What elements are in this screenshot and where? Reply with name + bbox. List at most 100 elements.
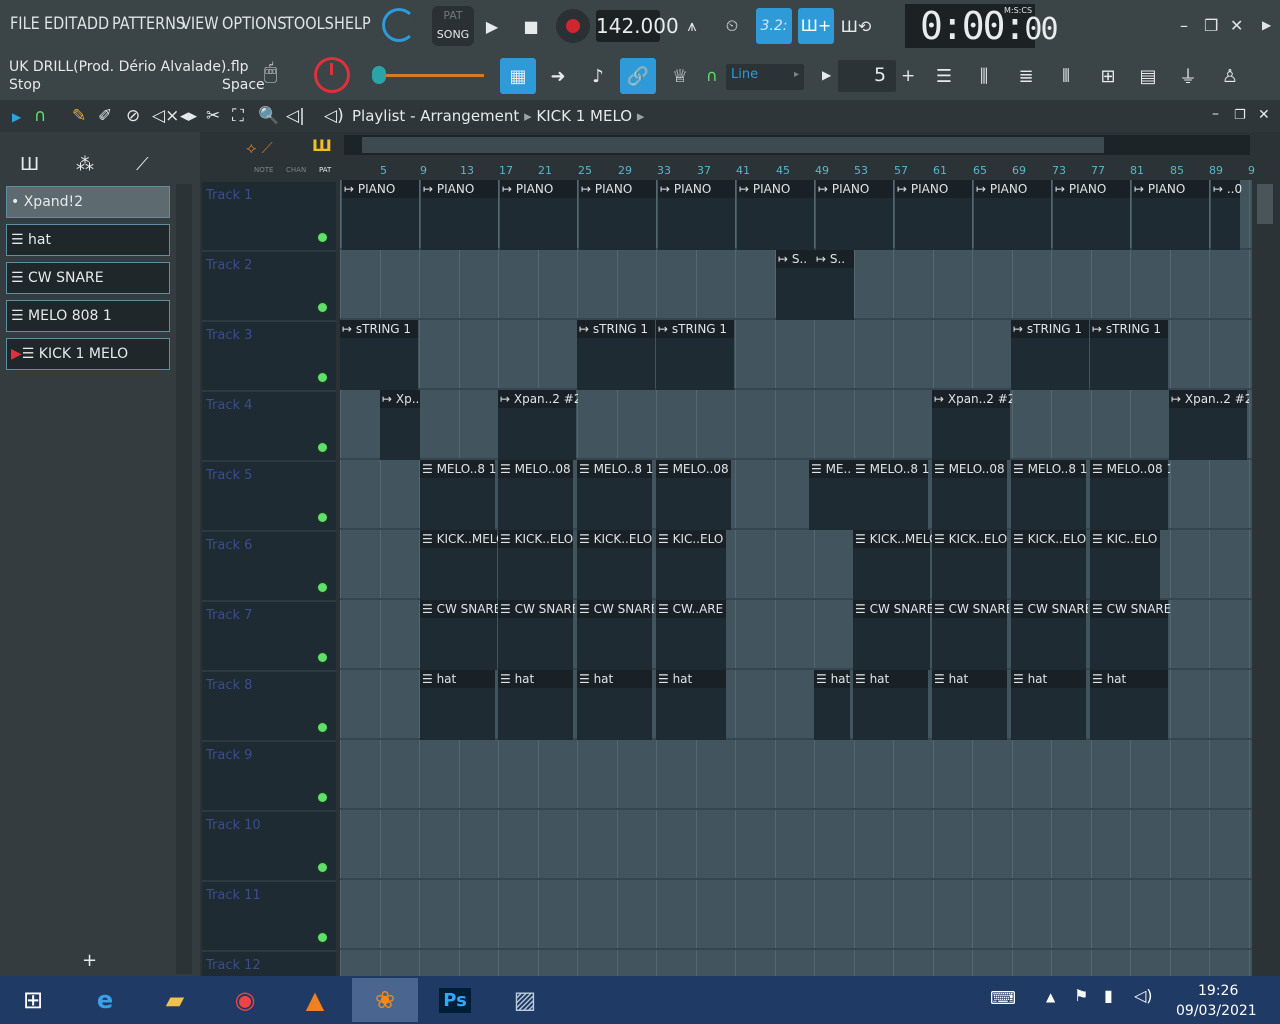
track-header[interactable]: Track 3 <box>202 322 336 392</box>
arrangement-grid[interactable]: ↦ PIANO ↦ PIANO ↦ PIANO ↦ PIANO ↦ PIANO ↦ PIA… <box>340 180 1252 976</box>
hat-clip[interactable]: ☰ hat <box>656 670 726 740</box>
string-clip[interactable]: ↦ sTRING 1 <box>656 320 734 390</box>
kick-clip[interactable]: ☰ KICK..ELO <box>932 530 1007 600</box>
piano-clip[interactable]: ↦ PIANO <box>342 180 419 250</box>
time-display[interactable]: 0:00:00 <box>920 4 1059 48</box>
pattern-item[interactable]: ▶☰ KICK 1 MELO <box>6 338 170 370</box>
snare-clip[interactable]: ☰ CW SNARE <box>932 600 1009 670</box>
track-mute-led[interactable] <box>317 232 328 243</box>
chrome-taskbar-icon[interactable]: ◉ <box>212 978 278 1022</box>
playlist-view-icon[interactable]: ☰ <box>926 58 962 94</box>
xpand-clip[interactable]: ↦ Xpan..2 #2 <box>932 390 1012 460</box>
track-header[interactable]: Track 2 <box>202 252 336 322</box>
xpand-clip[interactable]: ↦ Xpan..2 #2 <box>498 390 578 460</box>
piano-clip[interactable]: ↦ PIANO <box>974 180 1051 250</box>
close-icon[interactable]: ✕ <box>1230 16 1243 35</box>
melo-clip[interactable]: ☰ MELO..08 1 <box>1090 460 1170 530</box>
track-mute-led[interactable] <box>317 932 328 943</box>
sliders-icon[interactable]: ⫴ <box>1048 58 1084 94</box>
select-tool-icon[interactable]: ⛶ <box>232 106 244 126</box>
track-mute-led[interactable] <box>317 582 328 593</box>
pattern-item[interactable]: ☰ MELO 808 1 <box>6 300 170 332</box>
marker-icon[interactable]: ⟡ ⟋ <box>246 138 273 158</box>
channel-rack-icon[interactable]: ⫼ <box>966 58 1002 94</box>
pattern-number-field[interactable]: 5 <box>838 60 896 92</box>
photoshop-taskbar-icon[interactable]: Ps <box>422 978 488 1022</box>
hat-clip[interactable]: ☰ hat <box>1090 670 1168 740</box>
pitch-slider-handle[interactable] <box>372 66 386 84</box>
melo-clip[interactable]: ☰ MELO..08 1 <box>656 460 733 530</box>
track-mute-led[interactable] <box>317 302 328 313</box>
playlist-minimize-icon[interactable]: – <box>1212 106 1219 122</box>
plugin-icon[interactable]: ♪ <box>580 58 616 94</box>
string-clip[interactable]: ↦ sTRING 1 <box>577 320 655 390</box>
play-button[interactable]: ▶ <box>478 12 506 40</box>
hat-clip[interactable]: ☰ hat <box>420 670 495 740</box>
file-icon[interactable]: ▤ <box>1130 58 1166 94</box>
pattern-mode-icon[interactable]: Ш <box>312 136 332 155</box>
piano-clip[interactable]: ↦ PIANO <box>816 180 893 250</box>
automation-filter-icon[interactable]: ⟋ <box>136 154 149 175</box>
wait-record-icon[interactable]: ⏲ <box>718 12 746 40</box>
step-edit-button[interactable]: Ш+ <box>798 8 834 44</box>
browser-tree-icon[interactable]: ⊞ <box>1090 58 1126 94</box>
prev-pattern-icon[interactable]: ▶ <box>822 68 831 82</box>
track-header[interactable]: Track 5 <box>202 462 336 532</box>
piano-clip[interactable]: ↦ PIANO <box>895 180 972 250</box>
playlist-close-icon[interactable]: ✕ <box>1258 107 1270 123</box>
piano-clip[interactable]: ↦ PIANO <box>658 180 735 250</box>
kick-clip[interactable]: ☰ KICK..MELO <box>420 530 499 600</box>
melo-clip[interactable]: ☰ MELO..08 1 <box>498 460 575 530</box>
kick-clip[interactable]: ☰ KIC..ELO <box>1090 530 1160 600</box>
menu-view[interactable]: VIEW <box>181 14 219 34</box>
track2-clip[interactable]: ↦ S.. <box>776 250 814 320</box>
mute-tool-icon[interactable]: ◁× <box>152 106 179 126</box>
menu-edit[interactable]: EDIT <box>44 14 77 34</box>
piano-clip[interactable]: ↦ PIANO <box>579 180 656 250</box>
arrow-right-icon[interactable]: ➜ <box>540 58 576 94</box>
track-header[interactable]: Track 4 <box>202 392 336 462</box>
menu-options[interactable]: OPTIONS <box>222 14 287 34</box>
menu-patterns[interactable]: PATTERNS <box>112 14 185 34</box>
hat-clip[interactable]: ☰ hat <box>932 670 1007 740</box>
pattern-item[interactable]: • Xpand!2 <box>6 186 170 218</box>
slip-tool-icon[interactable]: ◂▸ <box>180 106 197 126</box>
stamp-icon[interactable]: ♕ <box>662 58 698 94</box>
clock-date[interactable]: 09/03/2021 <box>1176 1003 1257 1019</box>
master-volume-knob[interactable] <box>314 57 350 93</box>
note-tab[interactable]: NOTE <box>254 166 273 174</box>
delete-tool-icon[interactable]: ⊘ <box>126 106 140 126</box>
metronome-icon[interactable]: ⩚ <box>678 12 706 40</box>
loop-record-icon[interactable]: Ш⟲ <box>841 12 872 40</box>
minimize-icon[interactable]: – <box>1180 16 1188 35</box>
snare-clip[interactable]: ☰ CW SNARE <box>498 600 575 670</box>
playlist-restore-icon[interactable]: ❐ <box>1234 108 1246 123</box>
melo-clip[interactable]: ☰ MELO..8 1 <box>420 460 496 530</box>
menu-file[interactable]: FILE <box>10 14 40 34</box>
zoom-tool-icon[interactable]: 🔍 <box>258 106 279 126</box>
kick-clip[interactable]: ☰ KICK..ELO <box>498 530 573 600</box>
piano-clip[interactable]: ↦ PIANO <box>1132 180 1209 250</box>
snare-clip[interactable]: ☰ CW SNARE <box>1090 600 1170 670</box>
track-mute-led[interactable] <box>317 792 328 803</box>
hat-clip[interactable]: ☰ hat <box>1011 670 1086 740</box>
pattern-item[interactable]: ☰ hat <box>6 224 170 256</box>
track2-clip[interactable]: ↦ S.. <box>814 250 854 320</box>
pencil-tool-icon[interactable]: ✎ <box>72 106 86 126</box>
playlist-magnet-icon[interactable]: ∩ <box>34 106 46 126</box>
ie-taskbar-icon[interactable]: e <box>72 978 138 1022</box>
track-header[interactable]: Track 1 <box>202 182 336 252</box>
plug-icon[interactable]: ⏚ <box>1170 58 1206 94</box>
paint-tool-icon[interactable]: ✐ <box>98 106 112 126</box>
xpand-clip[interactable]: ↦ Xpan..2 #2 <box>1169 390 1249 460</box>
hat-clip[interactable]: ☰ hat <box>853 670 928 740</box>
hat-clip[interactable]: ☰ hat <box>577 670 652 740</box>
tray-expand-icon[interactable]: ▲ <box>1046 990 1055 1004</box>
hat-clip[interactable]: ☰ hat <box>814 670 850 740</box>
network-icon[interactable]: ▮ <box>1104 986 1113 1005</box>
piano-filter-icon[interactable]: Ш <box>20 154 39 175</box>
pattern-item[interactable]: ☰ CW SNARE <box>6 262 170 294</box>
add-pattern-plus-button[interactable]: + <box>82 950 97 971</box>
volume-icon[interactable]: ◁) <box>1134 986 1153 1005</box>
restore-icon[interactable]: ❐ <box>1204 16 1218 35</box>
